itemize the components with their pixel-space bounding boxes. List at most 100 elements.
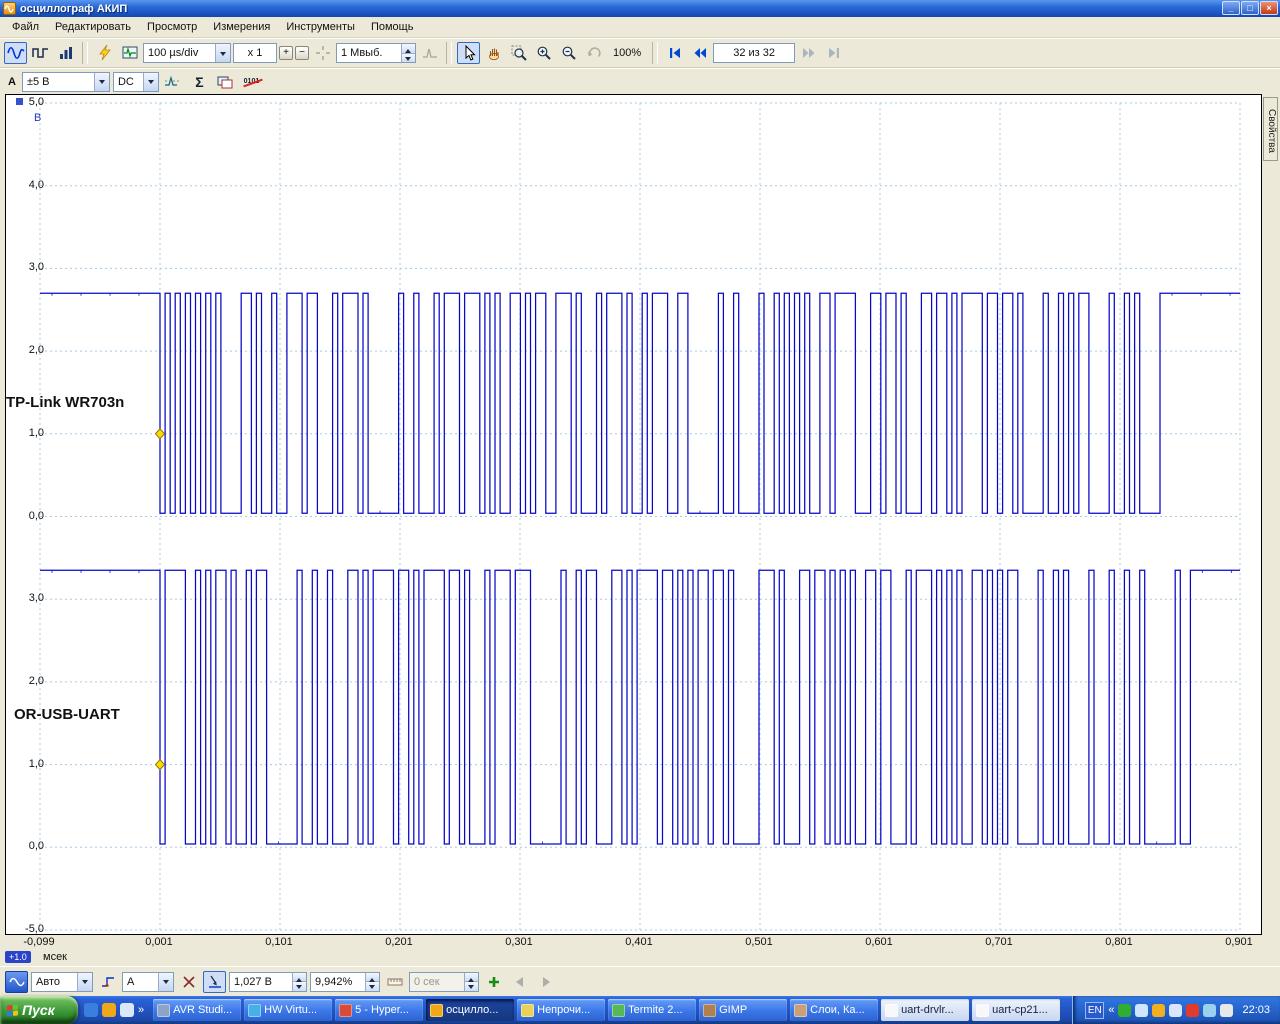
record-position-field[interactable]: 32 из 32 [713,43,795,63]
task-button-1[interactable]: HW Virtu... [244,999,332,1021]
task-button-8[interactable]: uart-drvlr... [881,999,969,1021]
spin-down-icon[interactable] [365,982,379,991]
scale-decrease-button[interactable]: − [295,46,309,60]
maximize-button[interactable]: □ [1241,1,1259,15]
chevron-down-icon[interactable] [158,973,173,991]
holdoff-button[interactable] [383,971,406,993]
messenger-icon[interactable] [1186,1004,1199,1017]
timebase-select[interactable]: 100 µs/div [143,43,231,63]
language-indicator[interactable]: EN [1085,1002,1104,1019]
logic-mode-button[interactable] [29,42,52,64]
autosetup-button[interactable] [93,42,116,64]
trigger-source-select[interactable]: A [122,972,174,992]
math-channel-button[interactable]: Σ [188,71,211,93]
hyperterminal-icon [339,1004,352,1017]
chevron-down-icon[interactable] [77,973,92,991]
snap-to-signal-button[interactable] [203,971,226,993]
scheduler-icon[interactable] [1220,1004,1233,1017]
scale-increase-button[interactable]: + [279,46,293,60]
task-button-5[interactable]: Termite 2... [608,999,696,1021]
menu-item-2[interactable]: Просмотр [139,19,205,35]
next-record-button[interactable] [797,42,820,64]
y-axis-label: 3,0 [10,261,44,273]
spin-up-icon[interactable] [292,973,306,983]
menu-item-0[interactable]: Файл [4,19,47,35]
scope-mode-button[interactable] [4,42,27,64]
task-button-2[interactable]: 5 - Hyper... [335,999,423,1021]
spin-up-icon[interactable] [401,44,415,54]
add-marker-button[interactable] [482,971,505,993]
scale-field[interactable]: x 1 [233,43,277,63]
sample-depth-spinner[interactable]: 1 Мвыб. [336,43,416,63]
trigger-edge-button[interactable] [96,971,119,993]
internet-icon[interactable] [84,1003,98,1017]
spectrum-mode-button[interactable] [54,42,77,64]
zoom-in-button[interactable] [532,42,555,64]
spin-down-icon[interactable] [401,54,415,63]
trigger-level-spinner[interactable]: 1,027 В [229,972,307,992]
trigger-mode-select[interactable]: Авто [31,972,93,992]
next-marker-button[interactable] [534,971,557,993]
title-bar[interactable]: осциллограф АКИП _ □ × [0,0,1280,17]
task-button-3[interactable]: осцилло... [426,999,514,1021]
x-axis-label: 0,001 [145,936,173,948]
properties-tab[interactable]: Свойства [1263,97,1278,161]
tray-overflow-icon[interactable]: « [1108,1004,1114,1016]
start-label: Пуск [22,1002,55,1018]
zoom-out-button[interactable] [557,42,580,64]
display-settings-button[interactable] [118,42,141,64]
cursor-tool-button[interactable] [177,971,200,993]
task-button-7[interactable]: Слои, Ка... [790,999,878,1021]
spin-up-icon[interactable] [365,973,379,983]
menu-item-1[interactable]: Редактировать [47,19,139,35]
y-axis-label: 3,0 [10,592,44,604]
menu-item-3[interactable]: Измерения [205,19,278,35]
task-button-9[interactable]: uart-cp21... [972,999,1060,1021]
undo-zoom-button[interactable] [582,42,605,64]
x-axis-unit: мсек [43,951,67,963]
task-label: AVR Studi... [173,1004,232,1016]
spin-down-icon[interactable] [292,982,306,991]
acquisition-button[interactable] [5,971,28,993]
x-axis-label: 0,901 [1225,936,1253,948]
waveform-stats-button[interactable] [418,42,441,64]
voltage-range-select[interactable]: ±5 В [22,72,110,92]
update-shield-icon[interactable] [1152,1004,1165,1017]
previous-record-button[interactable] [688,42,711,64]
menu-item-4[interactable]: Инструменты [278,19,363,35]
volume-icon[interactable] [1169,1004,1182,1017]
chevron-down-icon[interactable] [215,44,230,62]
reference-waveform-button[interactable] [214,71,237,93]
system-tray: EN « 22:03 [1072,996,1280,1024]
channel-options-button[interactable] [162,71,185,93]
task-button-4[interactable]: Непрочи... [517,999,605,1021]
last-record-button[interactable] [822,42,845,64]
minimize-button[interactable]: _ [1222,1,1240,15]
show-desktop-icon[interactable] [120,1003,134,1017]
task-button-0[interactable]: AVR Studi... [153,999,241,1021]
pan-tool-button[interactable] [482,42,505,64]
network-icon[interactable] [1135,1004,1148,1017]
zoom-window-button[interactable] [507,42,530,64]
close-button[interactable]: × [1260,1,1278,15]
digital-channels-button[interactable]: 0101 [240,71,263,93]
pretrigger-spinner[interactable]: 9,942% [310,972,380,992]
oscilloscope-launcher-icon[interactable] [102,1003,116,1017]
start-button[interactable]: Пуск [0,996,78,1024]
chevron-down-icon[interactable] [94,73,109,91]
y-axis-label: 0,0 [10,510,44,522]
menu-item-5[interactable]: Помощь [363,19,422,35]
task-button-6[interactable]: GIMP [699,999,787,1021]
first-record-button[interactable] [663,42,686,64]
quicklaunch-overflow-icon[interactable]: » [138,1004,144,1016]
plot-area[interactable]: В TP-Link WR703nOR-USB-UART5,04,03,02,01… [5,94,1262,935]
fit-view-button[interactable] [311,42,334,64]
x-axis-label: 0,101 [265,936,293,948]
previous-marker-button[interactable] [508,971,531,993]
coupling-select[interactable]: DC [113,72,159,92]
pointer-tool-button[interactable] [457,42,480,64]
antivirus-icon[interactable] [1118,1004,1131,1017]
usb-device-icon[interactable] [1203,1004,1216,1017]
chevron-down-icon[interactable] [143,73,158,91]
taskbar-clock[interactable]: 22:03 [1242,1004,1270,1016]
